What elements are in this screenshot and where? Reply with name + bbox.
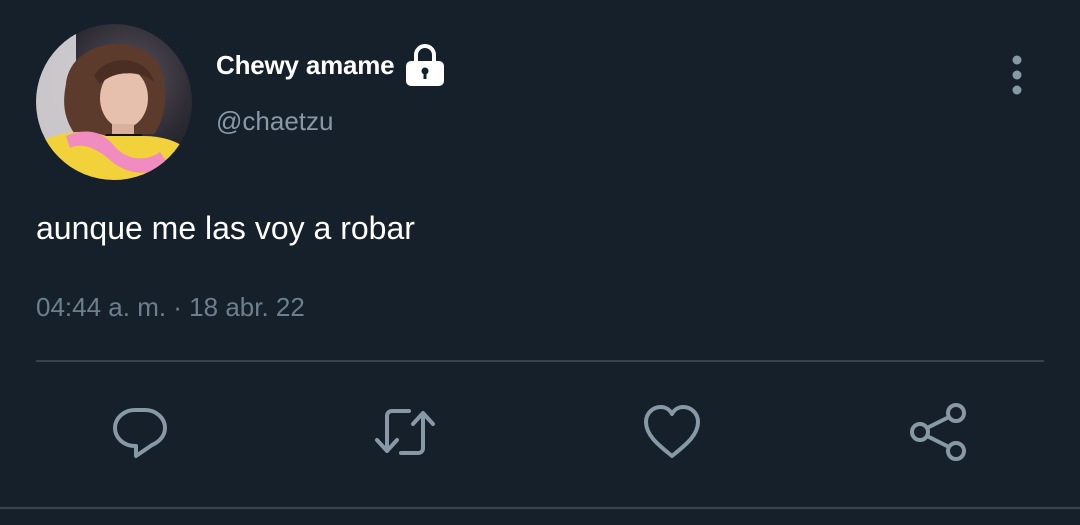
tweet-timestamp[interactable]: 04:44 a. m. · 18 abr. 22 [36,292,305,323]
more-vertical-icon[interactable] [1000,54,1034,96]
tweet-text: aunque me las voy a robar [36,210,415,246]
share-button[interactable] [906,400,970,464]
retweet-icon [375,409,435,455]
share-icon [910,403,966,461]
user-handle[interactable]: @chaetzu [216,106,333,137]
display-name-row: Chewy amame [216,40,446,90]
avatar[interactable] [36,24,192,180]
avatar-image [36,24,192,180]
like-button[interactable] [640,400,704,464]
display-name[interactable]: Chewy amame [216,50,395,81]
retweet-button[interactable] [373,400,437,464]
lock-icon [404,42,446,88]
bottom-divider [0,507,1080,509]
tweet-card: Chewy amame @chaetzu aunque me las voy a… [0,0,1080,525]
reply-button[interactable] [108,400,172,464]
heart-icon [644,405,700,458]
divider [36,360,1044,362]
reply-icon [113,408,167,458]
